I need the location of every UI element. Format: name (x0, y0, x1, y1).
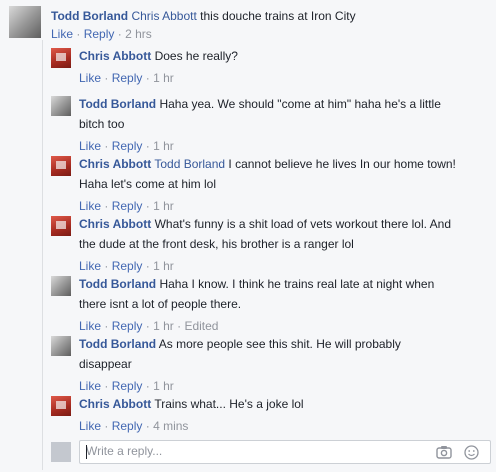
timestamp[interactable]: 1 hr (153, 71, 174, 85)
reply-actions: Like · Reply · 1 hr · Edited (79, 318, 218, 334)
text-caret (86, 445, 87, 459)
like-link[interactable]: Like (79, 139, 101, 153)
separator-dot: · (104, 419, 112, 433)
reply-link[interactable]: Reply (112, 319, 143, 333)
reply-link[interactable]: Reply (112, 199, 143, 213)
author-avatar[interactable] (51, 276, 71, 296)
like-link[interactable]: Like (79, 259, 101, 273)
author-name-link[interactable]: Todd Borland (79, 97, 156, 111)
reply-text-continued: disappear (79, 357, 132, 371)
author-name-link[interactable]: Chris Abbott (79, 397, 151, 411)
reply-link[interactable]: Reply (112, 71, 143, 85)
reply-text: Haha yea. We should "come at him" haha h… (159, 97, 441, 111)
tagged-user-link[interactable]: Chris Abbott (131, 9, 196, 23)
reply-link[interactable]: Reply (112, 419, 143, 433)
like-link[interactable]: Like (79, 319, 101, 333)
timestamp[interactable]: 1 hr (153, 199, 174, 213)
timestamp[interactable]: 2 hrs (125, 27, 152, 41)
separator-dot: · (76, 27, 84, 41)
separator-dot: · (145, 71, 154, 85)
camera-icon[interactable] (436, 445, 452, 459)
reply-text-continued: the dude at the front desk, his brother … (79, 237, 354, 251)
reply-text: What's funny is a shit load of vets work… (154, 217, 452, 231)
reply-text-block: Todd Borland Haha yea. We should "come a… (79, 94, 489, 134)
reply-link[interactable]: Reply (112, 259, 143, 273)
reply-text-block: Chris Abbott What's funny is a shit load… (79, 214, 489, 254)
reply-link[interactable]: Reply (112, 379, 143, 393)
separator-dot: · (104, 139, 112, 153)
timestamp[interactable]: 1 hr (153, 319, 174, 333)
reply-text-continued: there isnt a lot of people there. (79, 297, 242, 311)
reply-text-block: Chris Abbott Trains what... He's a joke … (79, 394, 489, 414)
emoji-icon[interactable] (464, 445, 480, 460)
separator-dot: · (145, 139, 154, 153)
author-avatar[interactable] (9, 6, 41, 38)
reply-actions: Like · Reply · 1 hr (79, 138, 174, 154)
author-name-link[interactable]: Todd Borland (79, 277, 156, 291)
current-user-avatar (51, 442, 71, 462)
like-link[interactable]: Like (79, 379, 101, 393)
author-avatar[interactable] (51, 48, 71, 68)
reply-text-block: Chris Abbott Does he really? (79, 46, 489, 66)
author-name-link[interactable]: Todd Borland (79, 337, 156, 351)
like-link[interactable]: Like (51, 27, 73, 41)
timestamp[interactable]: 4 mins (153, 419, 188, 433)
reply-link[interactable]: Reply (84, 27, 115, 41)
reply-text-block: Chris Abbott Todd Borland I cannot belie… (79, 154, 489, 194)
author-avatar[interactable] (51, 216, 71, 236)
separator-dot: · (145, 379, 154, 393)
separator-dot: · (104, 319, 112, 333)
reply-text: Does he really? (154, 49, 238, 63)
separator-dot: · (104, 259, 112, 273)
reply-actions: Like · Reply · 1 hr (79, 198, 174, 214)
separator-dot: · (117, 27, 126, 41)
reply-text: As more people see this shit. He will pr… (158, 337, 401, 351)
reply-actions: Like · Reply · 1 hr (79, 258, 174, 274)
author-avatar[interactable] (51, 336, 71, 356)
separator-dot: · (104, 199, 112, 213)
reply-input[interactable] (80, 441, 406, 461)
timestamp[interactable]: 1 hr (153, 379, 174, 393)
separator-dot: · (145, 419, 154, 433)
author-name-link[interactable]: Todd Borland (51, 9, 128, 23)
edited-label[interactable]: Edited (184, 319, 218, 333)
tagged-user-link[interactable]: Todd Borland (154, 157, 225, 171)
author-avatar[interactable] (51, 156, 71, 176)
reply-text-continued: Haha let's come at him lol (79, 177, 217, 191)
reply-text-block: Todd Borland Haha I know. I think he tra… (79, 274, 489, 314)
reply-text-continued: bitch too (79, 117, 125, 131)
author-name-link[interactable]: Chris Abbott (79, 49, 151, 63)
reply-input-box[interactable] (79, 440, 491, 464)
like-link[interactable]: Like (79, 419, 101, 433)
comment-text-block: Todd Borland Chris Abbott this douche tr… (51, 6, 491, 26)
separator-dot: · (145, 319, 154, 333)
reply-actions: Like · Reply · 1 hr (79, 378, 174, 394)
separator-dot: · (104, 71, 112, 85)
comment-text: this douche trains at Iron City (200, 9, 356, 23)
reply-text: Trains what... He's a joke lol (154, 397, 304, 411)
reply-link[interactable]: Reply (112, 139, 143, 153)
reply-actions: Like · Reply · 4 mins (79, 418, 188, 434)
author-avatar[interactable] (51, 396, 71, 416)
timestamp[interactable]: 1 hr (153, 259, 174, 273)
reply-thread: Chris Abbott Does he really? Like · Repl… (42, 40, 495, 470)
separator-dot: · (145, 259, 154, 273)
separator-dot: · (104, 379, 112, 393)
separator-dot: · (145, 199, 154, 213)
author-name-link[interactable]: Chris Abbott (79, 157, 151, 171)
like-link[interactable]: Like (79, 199, 101, 213)
author-avatar[interactable] (51, 96, 71, 116)
timestamp[interactable]: 1 hr (153, 139, 174, 153)
reply-text-block: Todd Borland As more people see this shi… (79, 334, 489, 374)
reply-actions: Like · Reply · 1 hr (79, 70, 174, 86)
like-link[interactable]: Like (79, 71, 101, 85)
reply-text: I cannot believe he lives In our home to… (228, 157, 456, 171)
author-name-link[interactable]: Chris Abbott (79, 217, 151, 231)
reply-composer (51, 440, 491, 466)
reply-text: Haha I know. I think he trains real late… (159, 277, 435, 291)
